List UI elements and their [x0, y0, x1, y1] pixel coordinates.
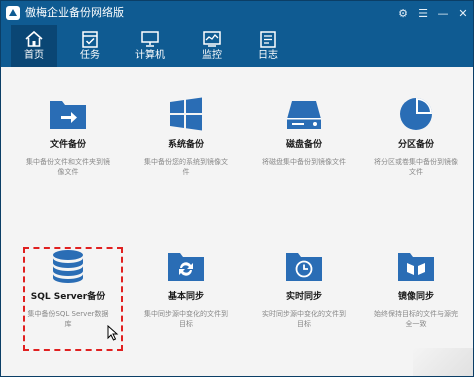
tile-title: 基本同步 — [167, 292, 204, 302]
clock-folder-icon — [286, 253, 322, 281]
tab-monitor-label: 监控 — [202, 50, 222, 61]
pie-icon — [400, 98, 432, 130]
tile-title: 镜像同步 — [397, 292, 434, 302]
tile-mirror-sync[interactable]: 镜像同步 始终保持目标的文件与源完全一致 — [357, 249, 474, 329]
tile-title: 磁盘备份 — [285, 140, 322, 150]
tile-desc: 集中备份文件和文件夹到镜像文件 — [26, 158, 110, 176]
tile-desc: 将磁盘集中备份到镜像文件 — [262, 158, 346, 166]
tab-home[interactable]: 首页 — [11, 25, 57, 67]
tile-system-backup[interactable]: 系统备份 集中备份您的系统到镜像文件 — [127, 97, 245, 177]
home-panel: 文件备份 集中备份文件和文件夹到镜像文件 系统备份 集中备份您的系统到镜像文件 … — [1, 67, 473, 376]
folder-arrow-icon — [50, 101, 86, 129]
disk-icon — [287, 101, 321, 129]
computer-icon — [141, 31, 159, 47]
tile-desc: 集中备份您的系统到镜像文件 — [144, 158, 228, 176]
tile-desc: 将分区或卷集中备份到镜像文件 — [374, 158, 458, 176]
app-logo-icon — [6, 6, 20, 20]
tab-tasks-label: 任务 — [80, 50, 100, 61]
monitor-icon — [203, 31, 221, 47]
mouse-cursor-icon — [107, 325, 119, 341]
tab-home-label: 首页 — [24, 50, 44, 61]
windows-icon — [170, 97, 202, 131]
tile-basic-sync[interactable]: 基本同步 集中同步源中变化的文件到目标 — [127, 249, 245, 329]
tile-disk-backup[interactable]: 磁盘备份 将磁盘集中备份到镜像文件 — [245, 97, 363, 167]
tile-file-backup[interactable]: 文件备份 集中备份文件和文件夹到镜像文件 — [9, 97, 127, 177]
tile-partition-backup[interactable]: 分区备份 将分区或卷集中备份到镜像文件 — [357, 97, 474, 177]
tile-desc: 始终保持目标的文件与源完全一致 — [374, 310, 458, 328]
log-icon — [260, 31, 276, 48]
mirror-folder-icon — [398, 253, 434, 281]
tab-logs-label: 日志 — [258, 50, 278, 61]
tile-realtime-sync[interactable]: 实时同步 实时同步源中变化的文件到目标 — [245, 249, 363, 329]
app-window: 傲梅企业备份网络版 ⚙ ☰ — ✕ 首页 任务 计算机 监控 日志 文件备份 集… — [0, 0, 474, 377]
app-title: 傲梅企业备份网络版 — [25, 6, 124, 19]
tile-title: 系统备份 — [167, 140, 204, 150]
tile-desc: 集中同步源中变化的文件到目标 — [144, 310, 228, 328]
tab-logs[interactable]: 日志 — [245, 25, 291, 67]
tab-computers[interactable]: 计算机 — [127, 25, 173, 67]
minimize-button[interactable]: — — [433, 1, 453, 25]
tab-computers-label: 计算机 — [135, 50, 165, 61]
task-icon — [82, 31, 98, 48]
tile-title: 实时同步 — [285, 292, 322, 302]
corner-gloss — [413, 348, 473, 376]
main-toolbar: 首页 任务 计算机 监控 日志 — [1, 25, 473, 67]
tile-desc: 实时同步源中变化的文件到目标 — [262, 310, 346, 328]
close-button[interactable]: ✕ — [453, 1, 473, 25]
settings-icon[interactable]: ⚙ — [393, 1, 413, 25]
menu-icon[interactable]: ☰ — [413, 1, 433, 25]
tab-monitor[interactable]: 监控 — [189, 25, 235, 67]
sync-folder-icon — [168, 253, 204, 281]
tile-title: 分区备份 — [397, 140, 434, 150]
home-icon — [25, 30, 43, 47]
title-bar: 傲梅企业备份网络版 ⚙ ☰ — ✕ — [1, 1, 473, 25]
tile-title: 文件备份 — [49, 140, 86, 150]
tab-tasks[interactable]: 任务 — [67, 25, 113, 67]
